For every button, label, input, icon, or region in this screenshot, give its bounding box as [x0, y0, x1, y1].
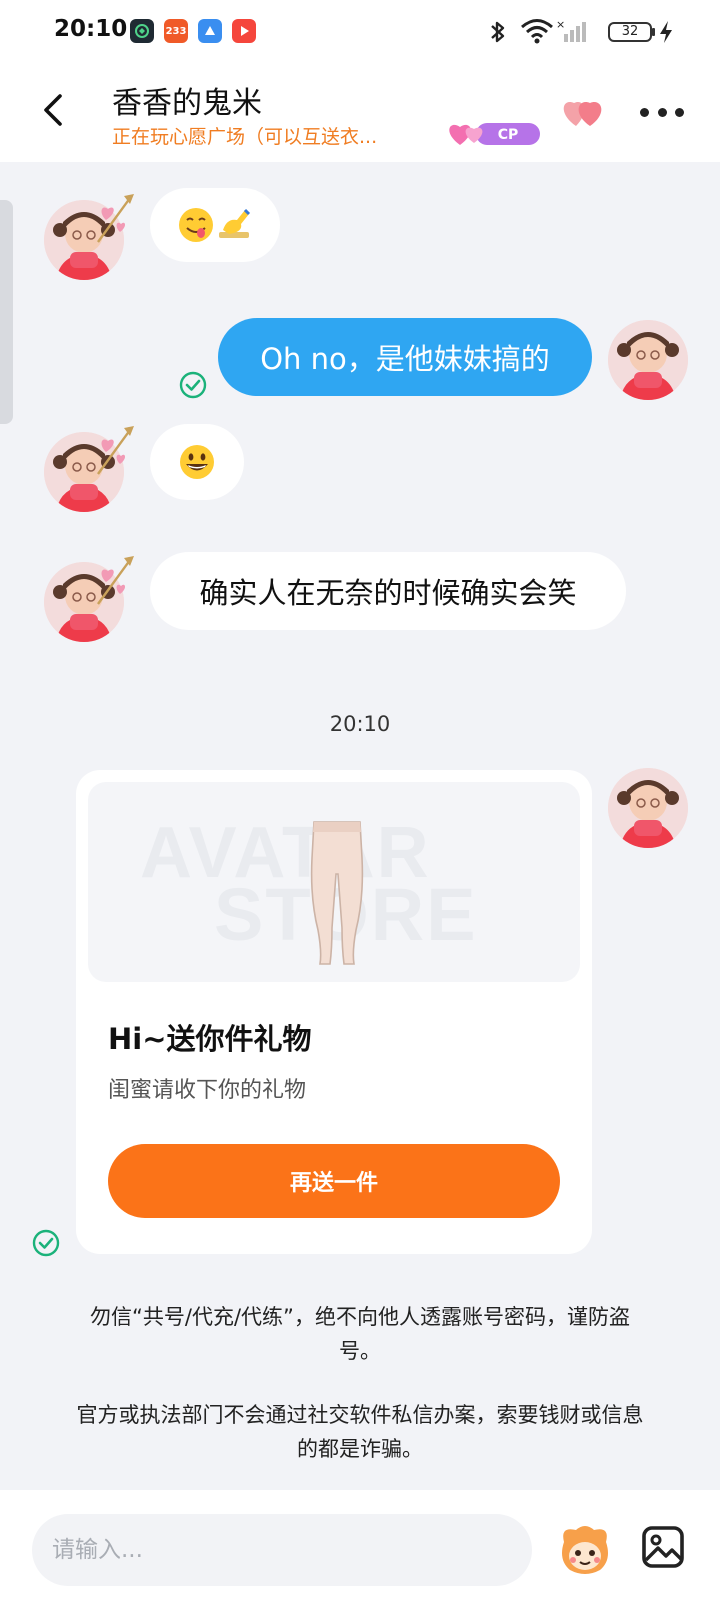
more-dot-icon [675, 107, 684, 117]
gift-title: Hi~送你件礼物 [108, 1022, 312, 1056]
more-dot-icon [657, 107, 667, 117]
battery-tip [652, 28, 655, 36]
read-check-icon [32, 1229, 60, 1257]
my-avatar[interactable] [608, 320, 688, 400]
back-arrow-icon[interactable] [36, 90, 72, 130]
cp-badge[interactable]: CP [446, 118, 542, 148]
read-check-icon [179, 371, 207, 399]
fraud-notice: 官方或执法部门不会通过社交软件私信办案，索要钱财或信息的都是诈骗。 [76, 1403, 644, 1461]
blue-app-icon [198, 19, 222, 43]
grinning-face-emoji-icon [180, 445, 214, 479]
message-bubble-outgoing[interactable]: Oh no，是他妹妹搞的 [218, 318, 592, 396]
tights-gift-icon [310, 821, 364, 965]
message-bubble-incoming[interactable] [150, 424, 244, 500]
bluetooth-icon [491, 21, 505, 43]
side-drawer-handle[interactable] [0, 200, 13, 424]
app-233-icon: 233 [164, 19, 188, 43]
security-notice: 勿信“共号/代充/代练”，绝不向他人透露账号密码，谨防盗号。 [90, 1305, 630, 1363]
cp-badge-label: CP [498, 127, 519, 143]
writing-hand-emoji-icon [219, 208, 251, 238]
chat-header: 香香的鬼米 正在玩心愿广场（可以互送衣... CP [0, 64, 720, 162]
yum-face-emoji-icon [179, 208, 213, 242]
mascot-sticker-icon[interactable] [556, 1520, 614, 1578]
contact-name[interactable]: 香香的鬼米 [112, 78, 262, 122]
gift-card[interactable]: AVATAR STORE Hi~送你件礼物 闺蜜请收下你的礼物 再送一件 [76, 770, 592, 1254]
svg-text:×: × [556, 18, 565, 31]
contact-status: 正在玩心愿广场（可以互送衣... [112, 126, 378, 148]
more-options-button[interactable] [640, 94, 684, 130]
my-avatar[interactable] [608, 768, 688, 848]
status-time: 20:10 [54, 16, 128, 42]
gift-preview-image: AVATAR STORE [88, 782, 580, 982]
send-another-gift-button[interactable]: 再送一件 [108, 1144, 560, 1218]
avatar-frame-decoration-icon [97, 426, 134, 475]
wifi-icon [521, 19, 553, 44]
message-input-bar [0, 1490, 720, 1612]
message-timestamp: 20:10 [329, 712, 391, 736]
intimacy-hearts-icon[interactable] [558, 94, 608, 130]
avatar-frame-decoration-icon [97, 556, 134, 605]
more-dot-icon [640, 107, 649, 117]
image-picker-icon[interactable] [640, 1524, 686, 1570]
avatar-frame-decoration-icon [97, 194, 134, 243]
gift-subtitle: 闺蜜请收下你的礼物 [108, 1078, 307, 1103]
charging-icon [660, 21, 672, 43]
status-bar: 20:10 233 × 32 [0, 0, 720, 64]
video-app-icon [232, 19, 256, 43]
battery-indicator: 32 [608, 22, 652, 42]
message-bubble-incoming[interactable] [150, 188, 280, 262]
signal-icon: × [556, 18, 586, 42]
message-bubble-incoming[interactable]: 确实人在无奈的时候确实会笑 [150, 552, 626, 630]
message-input[interactable] [32, 1514, 532, 1586]
green-app-icon [130, 19, 154, 43]
